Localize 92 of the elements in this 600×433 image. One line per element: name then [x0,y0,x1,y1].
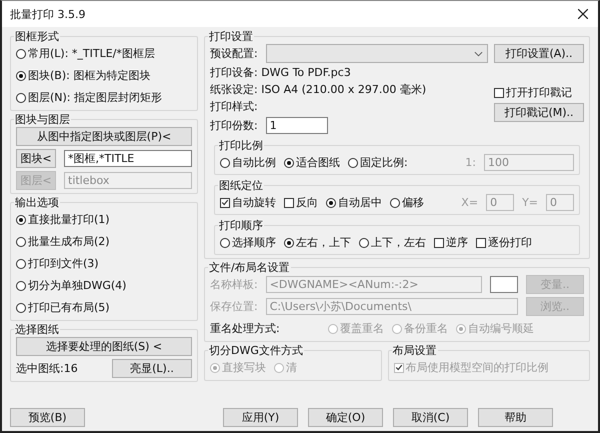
checkbox-option[interactable]: 自动旋转 [220,195,276,210]
checkbox[interactable] [494,88,504,98]
checkbox-label: 逐份打印 [488,235,532,250]
radio-button[interactable] [16,280,26,290]
radio-button[interactable] [16,48,26,58]
checkbox[interactable] [284,198,294,208]
radio-label: 固定比例: [360,155,408,170]
input-field[interactable] [490,276,518,293]
group-title: 切分DWG文件方式 [208,343,304,358]
radio-option[interactable]: 自动比例 [220,155,276,170]
radio-label: 自动比例 [232,155,276,170]
radio-option[interactable]: 左右，上下 [284,235,351,250]
radio-label: 直接写块 [222,360,266,375]
checkbox-label: 反向 [296,195,318,210]
dialog-button[interactable]: 确定(O) [308,408,383,427]
radio-option[interactable]: 选择顺序 [220,235,276,250]
radio-button[interactable] [16,258,26,268]
checkbox-label: 自动旋转 [232,195,276,210]
checkbox-label: 打开打印戳记 [506,85,572,100]
radio-button[interactable] [16,92,26,102]
dialog-button[interactable]: 取消(C) [393,408,468,427]
radio-button[interactable] [359,238,369,248]
radio-label: 偏移 [402,195,424,210]
field-label: Y= [522,196,538,209]
style-text: 打印样式: [210,99,259,114]
radio-option[interactable]: 固定比例: [348,155,408,170]
radio-button[interactable] [348,158,358,168]
print-setup-button[interactable]: 打印设置(A).. [494,44,584,63]
radio-button[interactable] [326,198,336,208]
radio-label: 左右，上下 [296,235,351,250]
dialog-button[interactable]: 帮助 [478,408,553,427]
radio-button[interactable] [284,158,294,168]
radio-label: 适合图纸 [296,155,340,170]
checkbox[interactable] [220,198,230,208]
sheet-count: 选中图纸:16 [16,361,78,376]
field-label: 名称样板: [210,277,258,292]
group-title: 输出选项 [14,195,60,210]
group-title: 图纸定位 [218,178,264,193]
radio-button[interactable] [220,238,230,248]
block-button[interactable]: 图块< [16,149,56,168]
radio-button[interactable] [16,70,26,80]
radio-button[interactable] [390,198,400,208]
group-title: 布局设置 [392,343,438,358]
pick-button[interactable]: 从图中指定图块或图层(P)< [16,127,192,146]
field-label: 打印份数: [210,118,258,133]
radio-button[interactable] [220,158,230,168]
checkbox-option[interactable]: 反向 [284,195,318,210]
field-label: 保存位置: [210,299,258,314]
input-field[interactable]: *图框,*TITLE [64,150,192,167]
radio-button[interactable] [16,302,26,312]
radio-option[interactable]: 适合图纸 [284,155,340,170]
group-title: 打印顺序 [218,218,264,233]
radio-button[interactable] [284,238,294,248]
field-label: X= [461,196,478,209]
radio-button[interactable] [16,214,26,224]
group-title: 选择图纸 [14,322,60,337]
radio-label: 自动居中 [338,195,382,210]
radio-option[interactable]: 自动居中 [326,195,382,210]
radio-label: 上下，左右 [371,235,426,250]
dialog-button[interactable]: 预览(B) [10,408,85,427]
group-title: 图块与图层 [14,112,71,127]
group-title: 图框形式 [14,29,60,44]
radio-option[interactable]: 上下，左右 [359,235,426,250]
checkbox-option[interactable]: 逐份打印 [476,235,532,250]
radio-button[interactable] [16,236,26,246]
highlight-button[interactable]: 亮显(L).. [112,359,192,378]
radio-label: 选择顺序 [232,235,276,250]
group-title: 打印比例 [218,138,264,153]
radio-label: 清 [286,360,297,375]
radio-label: 备份重名 [404,321,448,336]
input-field[interactable]: 1 [266,117,328,134]
radio-label: 覆盖重名 [340,321,384,336]
checkbox-option[interactable]: 逆序 [434,235,468,250]
checkbox[interactable] [434,238,444,248]
device-text: 打印设备: DWG To PDF.pc3 [210,65,352,80]
stamp-button[interactable]: 打印戳记(M).. [494,103,584,122]
checkbox-label: 逆序 [446,235,468,250]
ratio-prefix: 1: [465,156,476,169]
radio-option[interactable]: 偏移 [390,195,424,210]
close-icon[interactable] [578,9,588,19]
field-label: 重名处理方式: [210,321,281,336]
checkbox-option[interactable]: 打开打印戳记 [494,85,584,100]
paper-text: 纸张设定: ISO A4 (210.00 x 297.00 毫米) [210,82,428,97]
select-sheets-button[interactable]: 选择要处理的图纸(S) < [16,337,192,356]
dialog-button[interactable]: 应用(Y) [223,408,298,427]
window-title: 批量打印 3.5.9 [10,6,86,22]
chevron-icon [474,50,483,56]
radio-label: 自动编号顺延 [468,321,534,336]
checkbox[interactable] [476,238,486,248]
group-title: 打印设置 [208,29,254,44]
group-title: 文件/布局名设置 [208,260,291,275]
field-label: 预设配置: [210,46,258,61]
